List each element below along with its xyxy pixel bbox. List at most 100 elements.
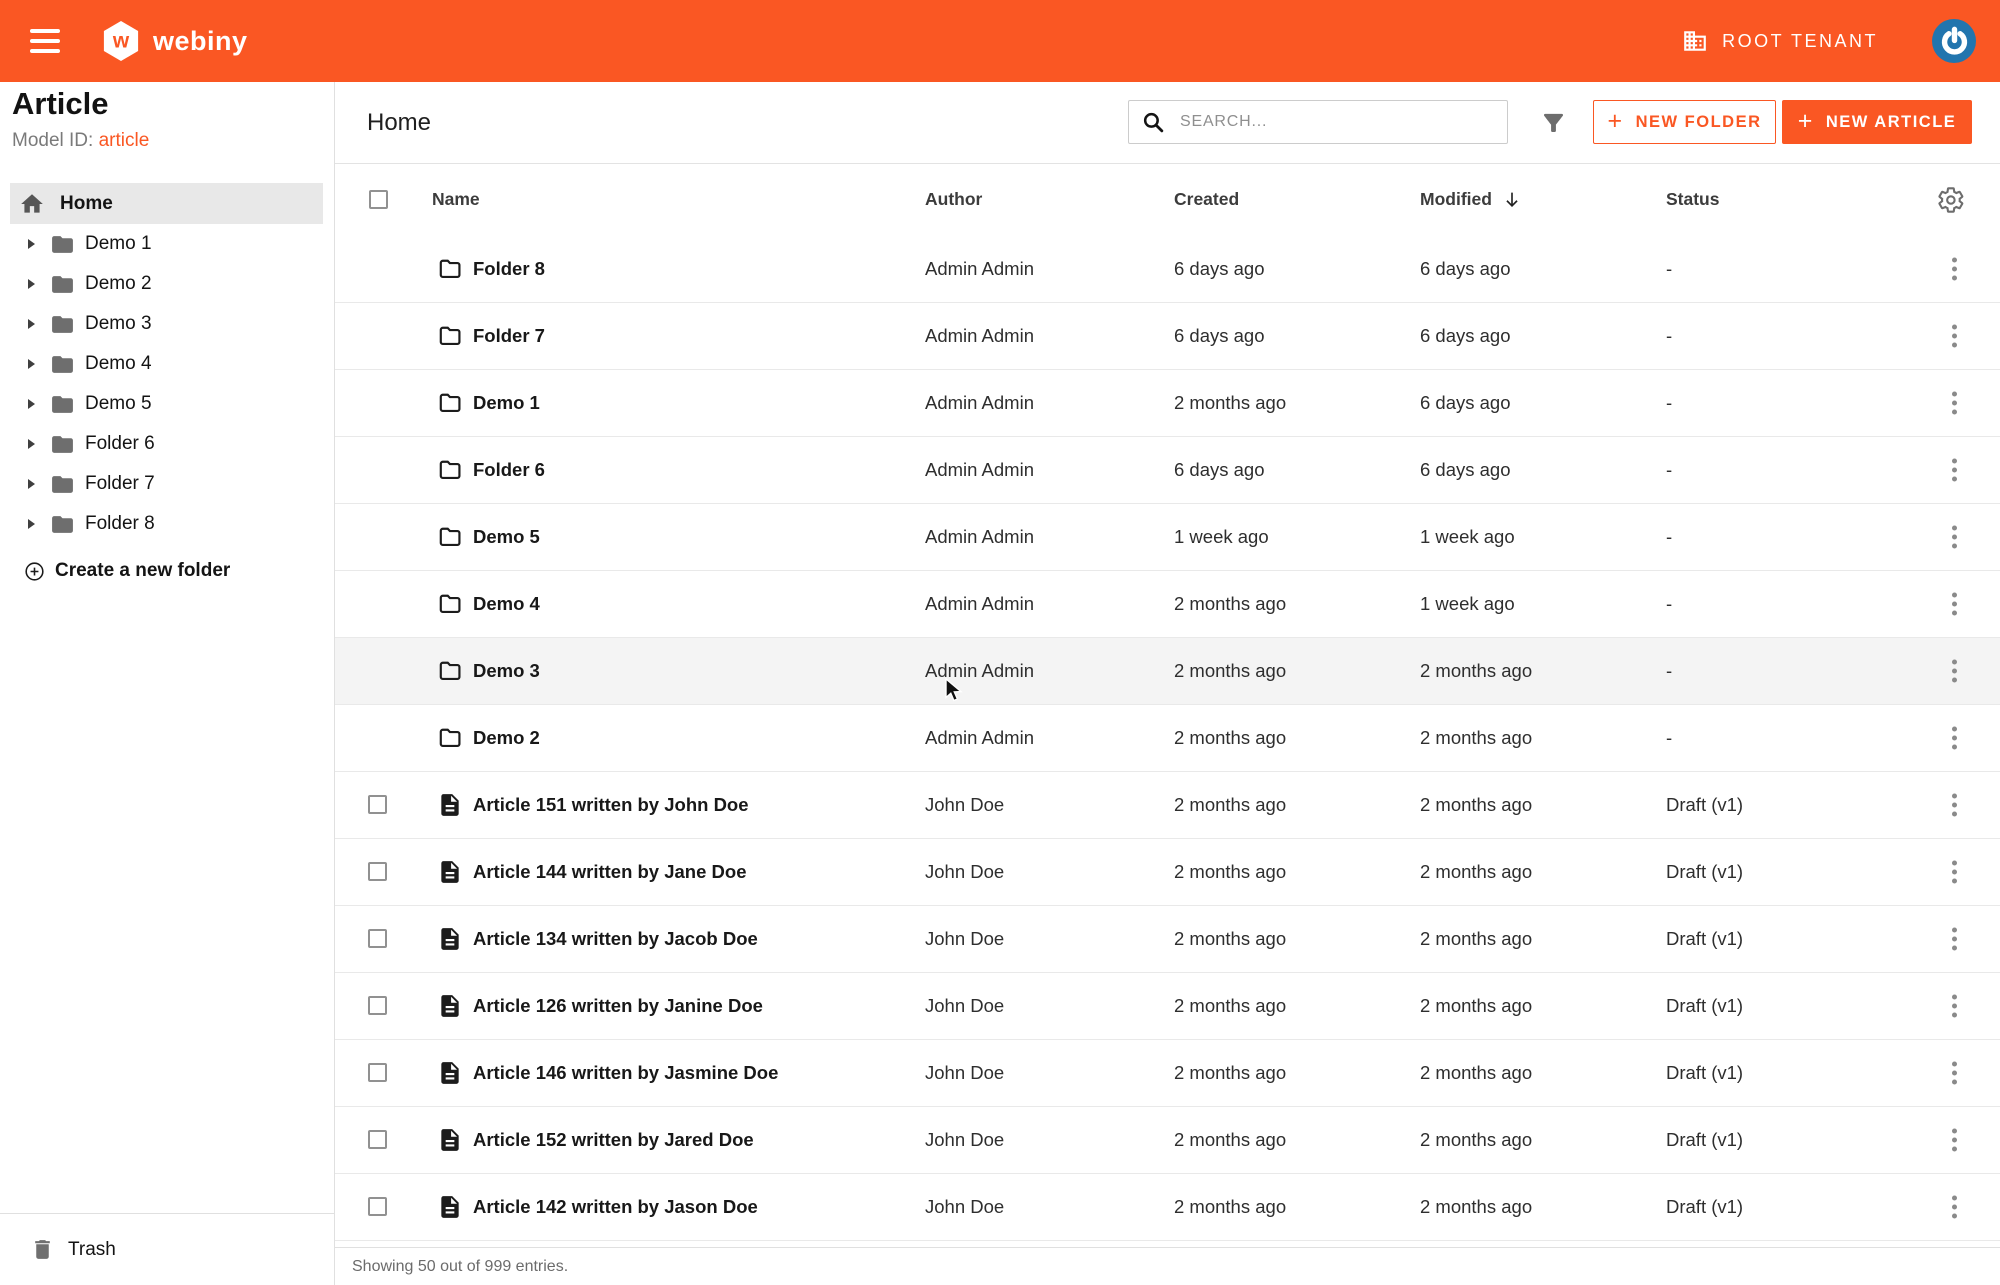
table-row[interactable]: Article 146 written by Jasmine Doe John … [335,1040,2000,1107]
row-status: - [1666,236,1672,302]
sidebar-folder-item[interactable]: Folder 8 [0,504,334,544]
chevron-right-icon[interactable] [28,279,35,289]
webiny-logo[interactable]: w webiny [102,20,248,62]
chevron-right-icon[interactable] [28,239,35,249]
folder-icon [50,392,75,417]
chevron-right-icon[interactable] [28,479,35,489]
kebab-menu-icon[interactable] [1947,1125,1961,1156]
kebab-menu-icon[interactable] [1947,1192,1961,1223]
kebab-menu-icon[interactable] [1947,589,1961,620]
chevron-right-icon[interactable] [28,519,35,529]
page-title: Home [367,82,431,163]
sidebar-folder-item[interactable]: Folder 6 [0,424,334,464]
row-name[interactable]: Article 146 written by Jasmine Doe [473,1040,778,1106]
tenant-selector[interactable]: ROOT TENANT [1682,28,1878,54]
row-name[interactable]: Demo 4 [473,571,540,637]
kebab-menu-icon[interactable] [1947,857,1961,888]
sidebar-folder-item[interactable]: Demo 4 [0,344,334,384]
row-status: Draft (v1) [1666,1174,1743,1240]
row-name[interactable]: Folder 8 [473,236,545,302]
sidebar-folder-item[interactable]: Demo 5 [0,384,334,424]
document-icon [437,792,463,818]
kebab-menu-icon[interactable] [1947,723,1961,754]
row-checkbox[interactable] [368,795,387,814]
row-name[interactable]: Demo 2 [473,705,540,771]
sidebar-home-label: Home [60,193,113,215]
table-row[interactable]: Demo 4 Admin Admin 2 months ago 1 week a… [335,571,2000,638]
table-row[interactable]: Demo 2 Admin Admin 2 months ago 2 months… [335,705,2000,772]
table-row[interactable]: Folder 7 Admin Admin 6 days ago 6 days a… [335,303,2000,370]
document-icon [437,926,463,952]
kebab-menu-icon[interactable] [1947,991,1961,1022]
row-created: 2 months ago [1174,839,1286,905]
table-row[interactable]: Demo 5 Admin Admin 1 week ago 1 week ago… [335,504,2000,571]
filter-icon[interactable] [1537,107,1569,139]
table-row[interactable]: Article 152 written by Jared Doe John Do… [335,1107,2000,1174]
row-checkbox[interactable] [368,1197,387,1216]
chevron-right-icon[interactable] [28,439,35,449]
table-row[interactable]: Folder 8 Admin Admin 6 days ago 6 days a… [335,236,2000,303]
row-author: Admin Admin [925,236,1034,302]
kebab-menu-icon[interactable] [1947,790,1961,821]
table-row[interactable]: Demo 3 Admin Admin 2 months ago 2 months… [335,638,2000,705]
sidebar-trash[interactable]: Trash [0,1213,334,1285]
row-name[interactable]: Article 152 written by Jared Doe [473,1107,754,1173]
row-checkbox[interactable] [368,862,387,881]
select-all-checkbox[interactable] [369,190,388,209]
kebab-menu-icon[interactable] [1947,455,1961,486]
plus-circle-icon [24,561,45,582]
row-name[interactable]: Demo 1 [473,370,540,436]
column-header-created[interactable]: Created [1174,163,1239,236]
kebab-menu-icon[interactable] [1947,1058,1961,1089]
sidebar-folder-item[interactable]: Demo 2 [0,264,334,304]
row-name[interactable]: Folder 7 [473,303,545,369]
row-name[interactable]: Article 126 written by Janine Doe [473,973,763,1039]
table-row[interactable]: Article 134 written by Jacob Doe John Do… [335,906,2000,973]
row-modified: 6 days ago [1420,370,1511,436]
row-name[interactable]: Article 134 written by Jacob Doe [473,906,758,972]
row-created: 2 months ago [1174,1040,1286,1106]
row-name[interactable]: Demo 5 [473,504,540,570]
row-checkbox[interactable] [368,1063,387,1082]
table-footer: Showing 50 out of 999 entries. [335,1247,2000,1285]
row-checkbox[interactable] [368,929,387,948]
row-checkbox[interactable] [368,1130,387,1149]
column-header-modified[interactable]: Modified [1420,163,1523,236]
table-row[interactable]: Article 151 written by John Doe John Doe… [335,772,2000,839]
row-name[interactable]: Article 151 written by John Doe [473,772,749,838]
table-settings-gear-icon[interactable] [1937,186,1965,219]
table-row[interactable]: Article 126 written by Janine Doe John D… [335,973,2000,1040]
row-modified: 2 months ago [1420,906,1532,972]
sidebar-item-home[interactable]: Home [10,183,323,224]
kebab-menu-icon[interactable] [1947,656,1961,687]
kebab-menu-icon[interactable] [1947,321,1961,352]
row-checkbox[interactable] [368,996,387,1015]
table-row[interactable]: Folder 6 Admin Admin 6 days ago 6 days a… [335,437,2000,504]
column-header-author[interactable]: Author [925,163,982,236]
chevron-right-icon[interactable] [28,319,35,329]
chevron-right-icon[interactable] [28,359,35,369]
row-name[interactable]: Demo 3 [473,638,540,704]
row-name[interactable]: Folder 6 [473,437,545,503]
kebab-menu-icon[interactable] [1947,388,1961,419]
new-article-button[interactable]: + NEW ARTICLE [1782,100,1972,144]
avatar[interactable] [1932,19,1976,63]
column-header-name[interactable]: Name [432,163,480,236]
kebab-menu-icon[interactable] [1947,522,1961,553]
table-row[interactable]: Article 142 written by Jason Doe John Do… [335,1174,2000,1241]
kebab-menu-icon[interactable] [1947,924,1961,955]
row-name[interactable]: Article 142 written by Jason Doe [473,1174,758,1240]
search-input[interactable] [1178,112,1495,132]
row-name[interactable]: Article 144 written by Jane Doe [473,839,747,905]
table-row[interactable]: Demo 1 Admin Admin 2 months ago 6 days a… [335,370,2000,437]
hamburger-menu-icon[interactable] [30,29,62,53]
table-row[interactable]: Article 144 written by Jane Doe John Doe… [335,839,2000,906]
sidebar-folder-item[interactable]: Demo 3 [0,304,334,344]
new-folder-button[interactable]: + NEW FOLDER [1593,100,1776,144]
kebab-menu-icon[interactable] [1947,254,1961,285]
sidebar-folder-item[interactable]: Demo 1 [0,224,334,264]
sidebar-folder-item[interactable]: Folder 7 [0,464,334,504]
chevron-right-icon[interactable] [28,399,35,409]
create-folder-button[interactable]: Create a new folder [0,551,334,591]
column-header-status[interactable]: Status [1666,163,1719,236]
